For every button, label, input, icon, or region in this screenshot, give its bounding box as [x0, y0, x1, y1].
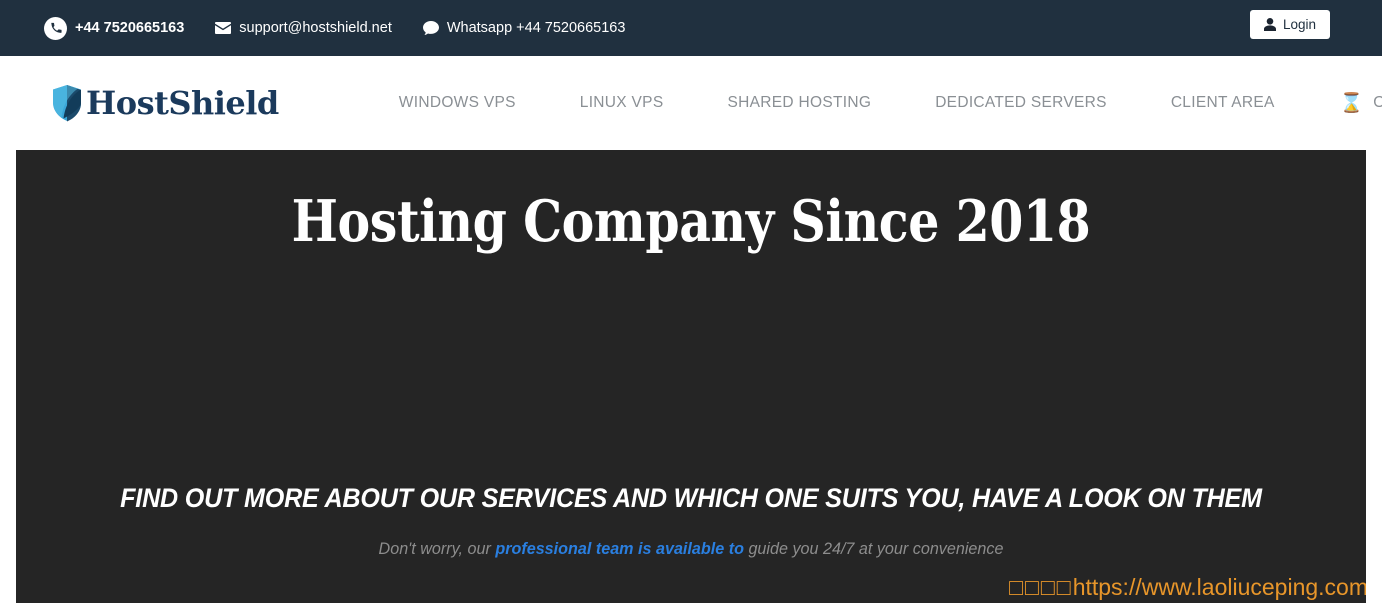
whatsapp-contact-link[interactable]: Whatsapp +44 7520665163 [422, 19, 626, 36]
email-contact-link[interactable]: support@hostshield.net [215, 21, 392, 36]
nav-item-dedicated-servers[interactable]: DEDICATED SERVERS [903, 95, 1139, 111]
hero-subtitle: FIND OUT MORE ABOUT OUR SERVICES AND WHI… [120, 483, 1262, 513]
envelope-icon [215, 22, 232, 34]
user-icon [1263, 18, 1276, 31]
nav-item-linux-vps[interactable]: LINUX VPS [548, 95, 696, 111]
main-navigation: WINDOWS VPS LINUX VPS SHARED HOSTING DED… [367, 94, 1382, 113]
hero-section-wrapper: Hosting Company Since 2018 FIND OUT MORE… [0, 150, 1382, 603]
site-logo[interactable]: HostShield [50, 84, 279, 122]
hourglass-icon: ⌛ [1339, 92, 1364, 114]
professional-team-link[interactable]: professional team is available to [495, 539, 744, 558]
shield-icon [50, 84, 84, 122]
nav-item-shared-hosting[interactable]: SHARED HOSTING [695, 95, 903, 111]
nav-item-windows-vps[interactable]: WINDOWS VPS [367, 95, 548, 111]
hero-tagline: Don't worry, our professional team is av… [50, 539, 1333, 559]
contact-info-group: +44 7520665163 support@hostshield.net Wh… [44, 16, 626, 40]
watermark-url: https://www.laoliuceping.com [1072, 574, 1366, 600]
phone-number-text: +44 7520665163 [75, 19, 185, 36]
hero-title: Hosting Company Since 2018 [291, 188, 1091, 255]
login-button[interactable]: Login [1249, 10, 1330, 39]
tagline-text-after: guide you 24/7 at your convenience [743, 539, 1004, 558]
whatsapp-text: Whatsapp +44 7520665163 [446, 19, 626, 36]
login-button-label: Login [1282, 17, 1316, 32]
logo-wordmark: HostShield [86, 84, 279, 122]
comment-bubble-icon [422, 21, 439, 35]
site-header: HostShield WINDOWS VPS LINUX VPS SHARED … [0, 56, 1382, 150]
nav-item-other[interactable]: OTHER [1363, 95, 1382, 111]
watermark-prefix: □□□□ [1009, 574, 1073, 600]
tagline-text-before: Don't worry, our [378, 539, 496, 558]
phone-icon [44, 16, 67, 40]
top-contact-bar: +44 7520665163 support@hostshield.net Wh… [0, 0, 1382, 56]
phone-contact-link[interactable]: +44 7520665163 [44, 16, 185, 40]
hero-banner: Hosting Company Since 2018 FIND OUT MORE… [16, 150, 1366, 603]
email-address-text: support@hostshield.net [239, 19, 392, 36]
watermark-overlay: □□□□https://www.laoliuceping.com [1009, 576, 1366, 599]
nav-item-client-area[interactable]: CLIENT AREA [1139, 95, 1307, 111]
